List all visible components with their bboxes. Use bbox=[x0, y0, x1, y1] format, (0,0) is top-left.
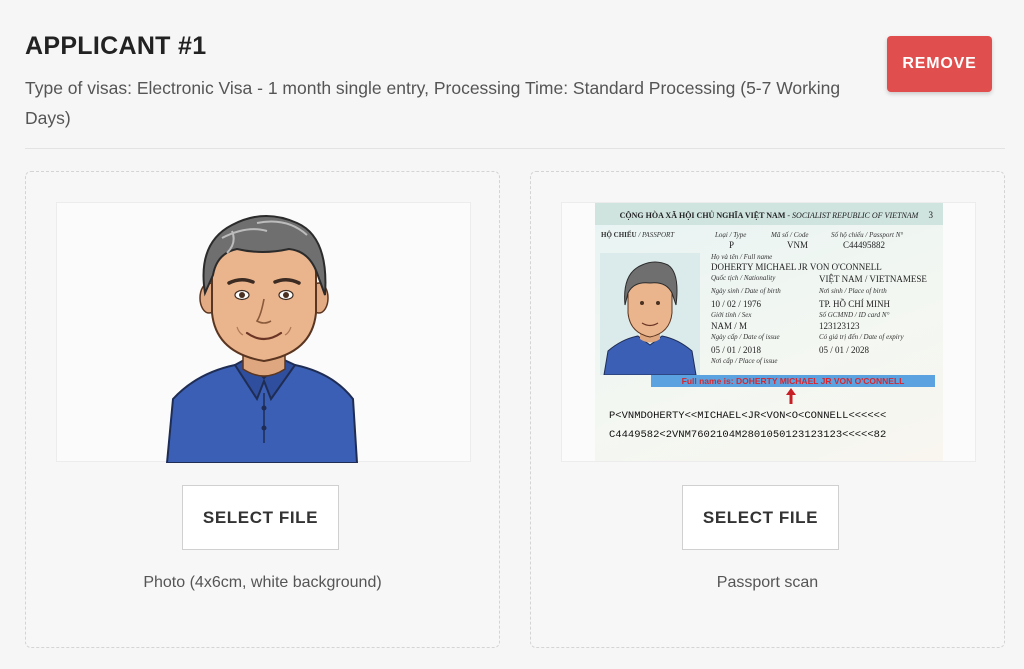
photo-upload-card: SELECT FILE Photo (4x6cm, white backgrou… bbox=[25, 171, 500, 648]
passport-sex-label: Giới tính / Sex bbox=[711, 311, 752, 319]
passport-issue-date-label: Ngày cấp / Date of issue bbox=[711, 333, 780, 341]
remove-button[interactable]: REMOVE bbox=[887, 36, 992, 92]
arrow-up-icon bbox=[786, 388, 796, 404]
applicant-portrait-image bbox=[165, 214, 359, 464]
passport-page-number: 3 bbox=[928, 210, 934, 220]
passport-nationality-value: VIỆT NAM / VIETNAMESE bbox=[819, 274, 927, 284]
passport-code-label: Mã số / Code bbox=[771, 231, 809, 239]
mrz-line-1: P<VNMDOHERTY<<MICHAEL<JR<VON<O<CONNELL<<… bbox=[609, 410, 887, 422]
passport-upload-card: CỘNG HÒA XÃ HỘI CHỦ NGHĨA VIỆT NAM - SOC… bbox=[530, 171, 1005, 648]
passport-scan-caption: Passport scan bbox=[716, 574, 819, 591]
passport-number-value: C44495882 bbox=[843, 240, 886, 250]
passport-expiry-value: 05 / 01 / 2028 bbox=[819, 345, 870, 355]
passport-fullname-value: DOHERTY MICHAEL JR VON O'CONNELL bbox=[711, 262, 882, 272]
select-photo-file-button[interactable]: SELECT FILE bbox=[182, 485, 339, 550]
passport-doc-label: HỘ CHIẾU / PASSPORT bbox=[601, 231, 675, 239]
photo-requirement-caption: Photo (4x6cm, white background) bbox=[143, 574, 382, 591]
applicant-title: APPLICANT #1 bbox=[25, 32, 207, 60]
passport-code-value: VNM bbox=[787, 240, 809, 250]
passport-pob-label: Nơi sinh / Place of birth bbox=[819, 287, 887, 295]
passport-issue-place-label: Nơi cấp / Place of issue bbox=[711, 357, 778, 365]
passport-idcard-value: 123123123 bbox=[819, 321, 860, 331]
passport-sex-value: NAM / M bbox=[711, 321, 748, 331]
passport-pob-value: TP. HỒ CHÍ MINH bbox=[819, 299, 891, 309]
passport-type-label: Loại / Type bbox=[715, 231, 747, 239]
passport-dob-value: 10 / 02 / 1976 bbox=[711, 299, 762, 309]
applicant-header: APPLICANT #1 Type of visas: Electronic V… bbox=[25, 32, 865, 133]
visa-details: Type of visas: Electronic Visa - 1 month… bbox=[25, 78, 841, 128]
mrz-line-2: C4449582<2VNM7602104M2801050123123123<<<… bbox=[609, 429, 887, 441]
passport-expiry-label: Có giá trị đến / Date of expiry bbox=[819, 333, 904, 341]
photo-preview bbox=[56, 202, 471, 464]
select-passport-file-button[interactable]: SELECT FILE bbox=[682, 485, 839, 550]
passport-idcard-label: Số GCMND / ID card N° bbox=[819, 311, 890, 319]
divider bbox=[25, 148, 1005, 149]
passport-type-value: P bbox=[729, 240, 735, 250]
passport-scan-image: CỘNG HÒA XÃ HỘI CHỦ NGHĨA VIỆT NAM - SOC… bbox=[595, 203, 943, 461]
passport-nationality-label: Quốc tịch / Nationality bbox=[711, 274, 776, 282]
passport-dob-label: Ngày sinh / Date of birth bbox=[711, 287, 781, 295]
passport-country-header: CỘNG HÒA XÃ HỘI CHỦ NGHĨA VIỆT NAM - SOC… bbox=[619, 211, 919, 220]
passport-preview: CỘNG HÒA XÃ HỘI CHỦ NGHĨA VIỆT NAM - SOC… bbox=[561, 202, 976, 462]
passport-photo bbox=[600, 253, 700, 376]
passport-issue-date-value: 05 / 01 / 2018 bbox=[711, 345, 762, 355]
passport-number-label: Số hộ chiếu / Passport N° bbox=[831, 231, 904, 239]
passport-fullname-label: Họ và tên / Full name bbox=[711, 253, 773, 261]
fullname-highlight-note: Full name is: DOHERTY MICHAEL JR VON O'C… bbox=[651, 375, 935, 387]
